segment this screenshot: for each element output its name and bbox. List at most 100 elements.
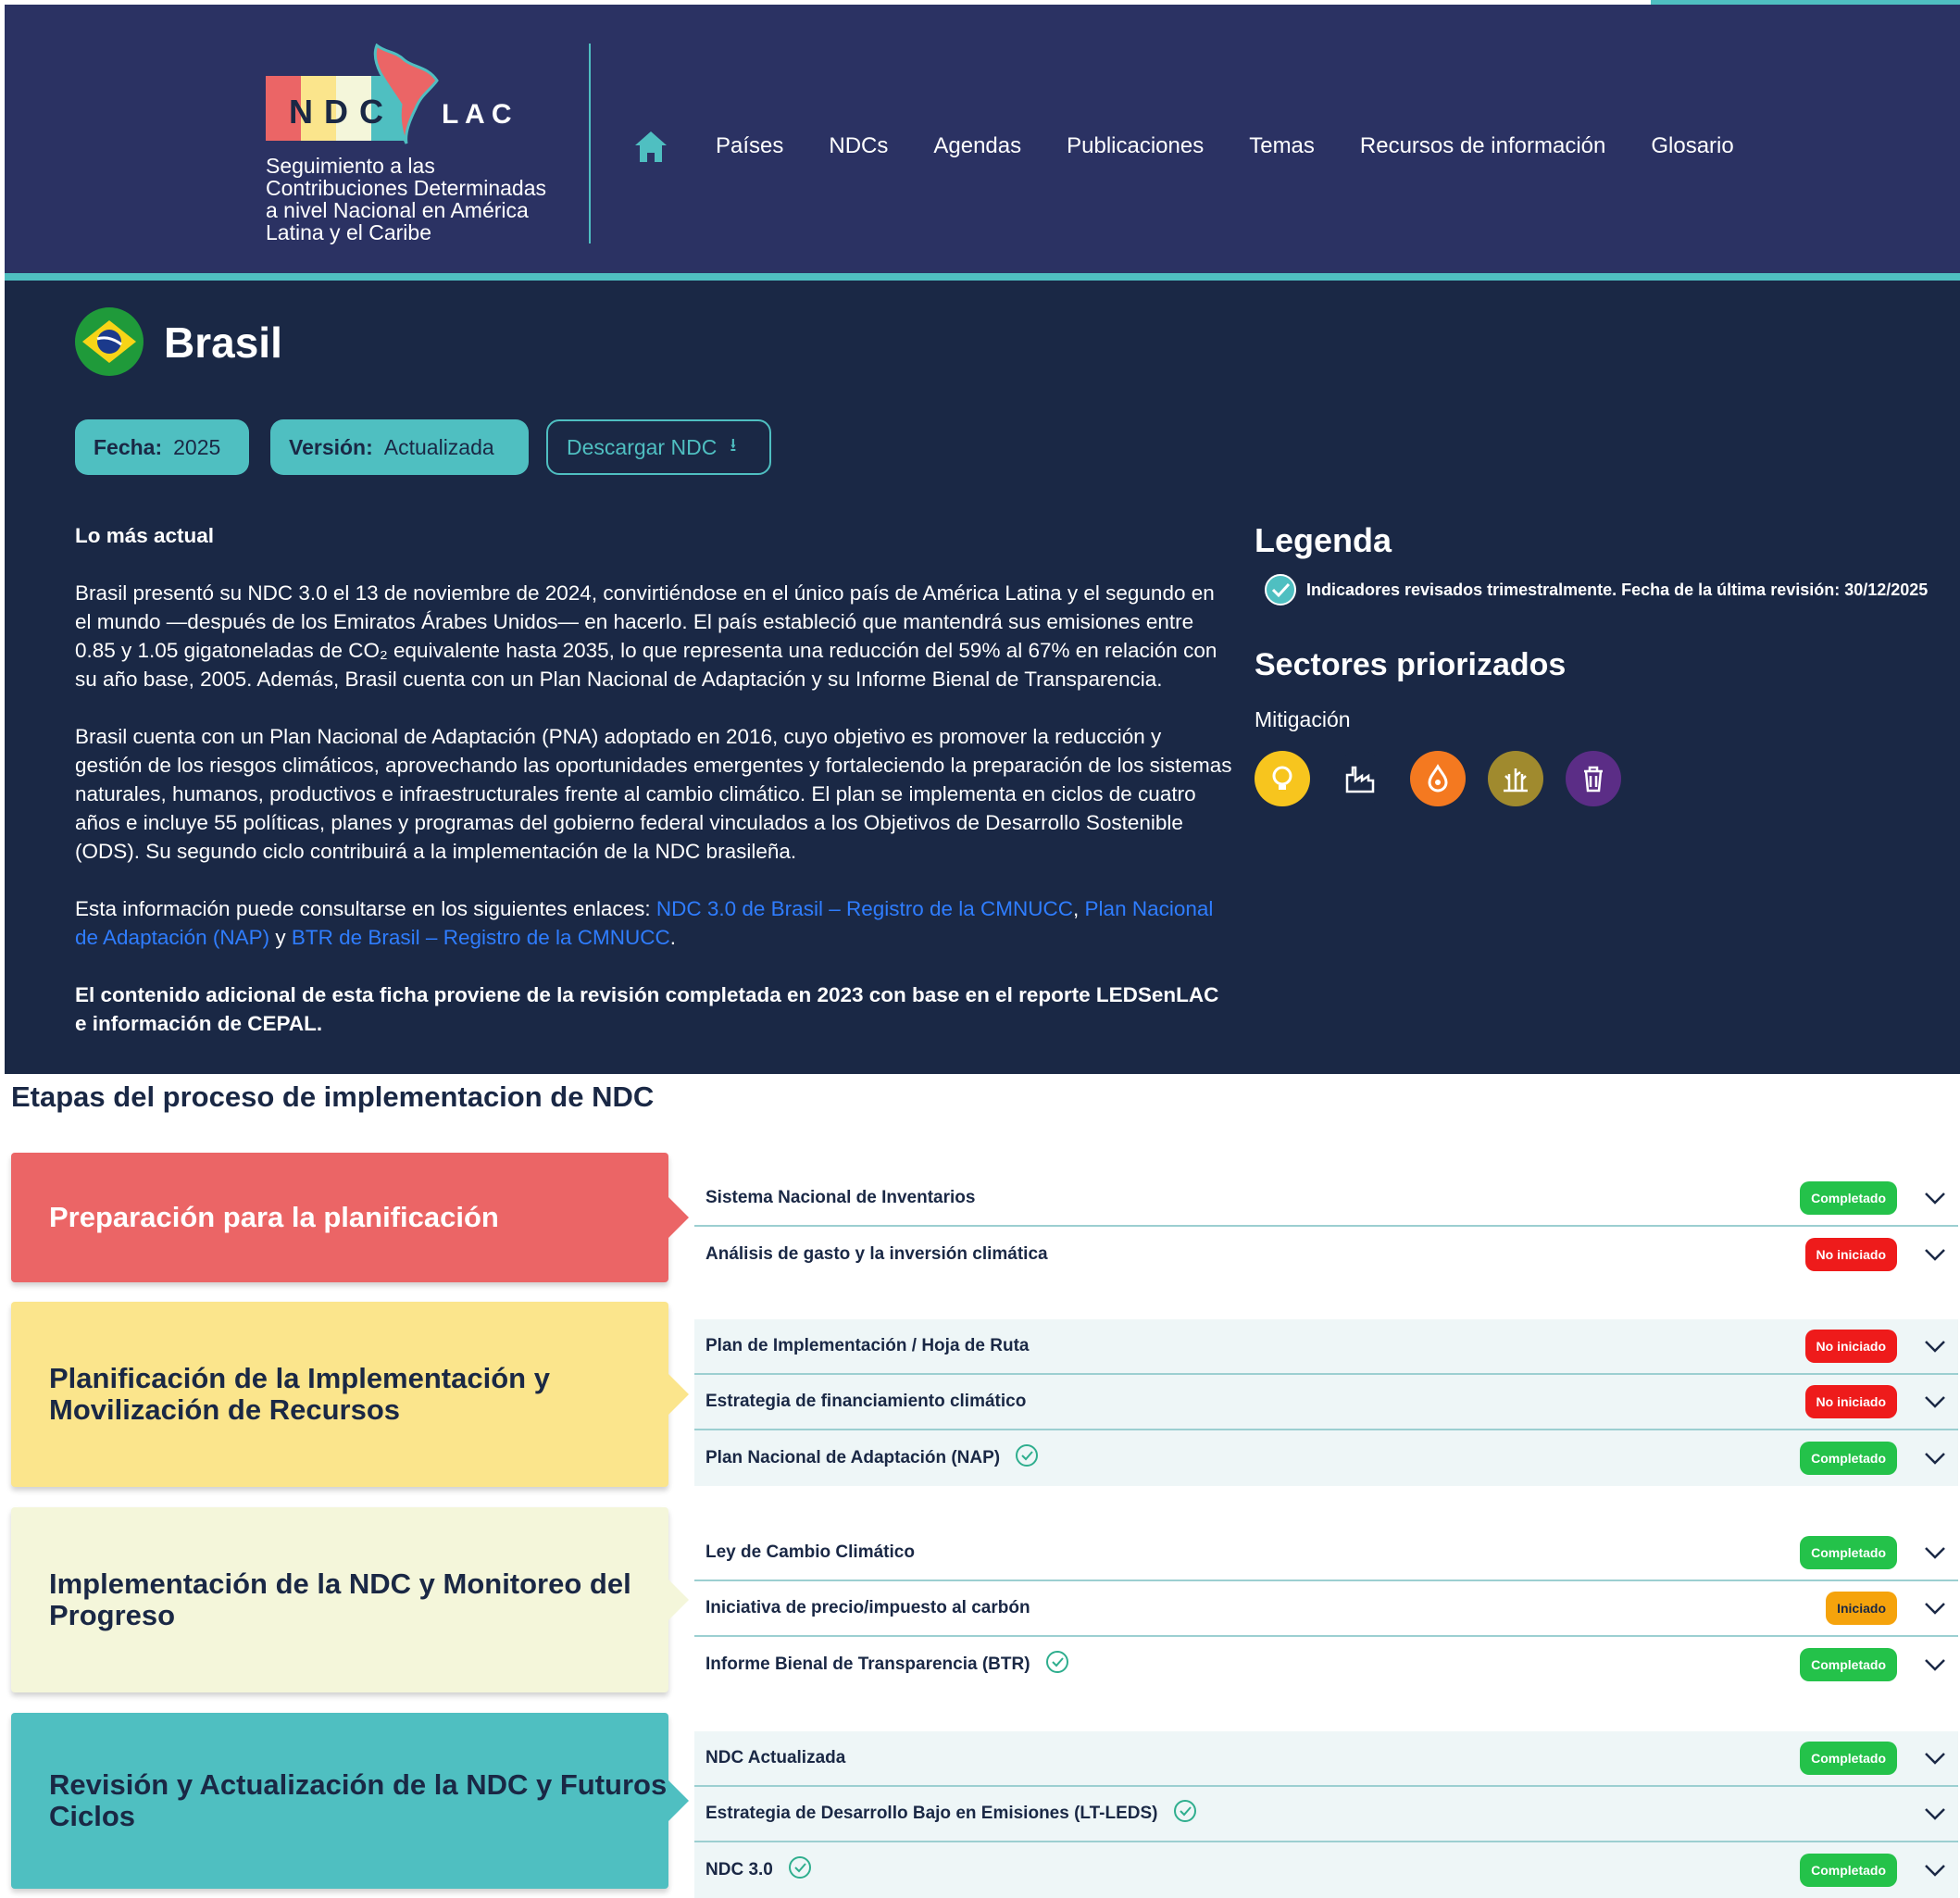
- chevron-down-icon[interactable]: [1923, 1653, 1947, 1677]
- chevron-down-icon[interactable]: [1923, 1596, 1947, 1620]
- stage-item-row[interactable]: Informe Bienal de Transparencia (BTR) Com…: [694, 1637, 1958, 1692]
- svg-text:C: C: [359, 93, 383, 131]
- legend-text: Indicadores revisados trimestralmente. F…: [1306, 580, 1929, 599]
- status-badge: Completado: [1800, 1854, 1897, 1887]
- check-circle-icon: [1265, 574, 1296, 606]
- ndclac-logo[interactable]: N D C L A C Seguimiento a las Contribuci…: [266, 44, 581, 247]
- stage-label: Planificación de la Implementación y Mov…: [49, 1362, 550, 1426]
- brazil-flag-icon: [75, 307, 144, 376]
- stage-item-row[interactable]: Estrategia de Desarrollo Bajo en Emision…: [694, 1787, 1958, 1842]
- waste-icon[interactable]: [1566, 751, 1621, 806]
- version-value: Actualizada: [383, 434, 494, 459]
- chevron-down-icon[interactable]: [1923, 1746, 1947, 1770]
- stage-arrow-icon: [668, 1580, 689, 1620]
- fecha-pill: Fecha: 2025: [75, 419, 249, 475]
- stage-item-row[interactable]: Ley de Cambio Climático Completado: [694, 1526, 1958, 1581]
- main-nav: Países NDCs Agendas Publicaciones Temas …: [632, 125, 1734, 168]
- chevron-down-icon[interactable]: [1923, 1541, 1947, 1565]
- stage-item-label: Sistema Nacional de Inventarios: [705, 1188, 976, 1207]
- summary-source-note: El contenido adicional de esta ficha pro…: [75, 983, 1219, 1035]
- stage-item-row[interactable]: Sistema Nacional de Inventarios Completad…: [694, 1171, 1958, 1227]
- link-separator: ,: [1073, 897, 1085, 920]
- check-circle-icon: [1045, 1650, 1069, 1679]
- status-badge: Completado: [1800, 1181, 1897, 1215]
- chevron-down-icon[interactable]: [1923, 1334, 1947, 1358]
- stage-arrow-icon: [668, 1197, 689, 1238]
- header-divider: [589, 44, 591, 243]
- link-separator: y: [269, 926, 292, 949]
- chevron-down-icon[interactable]: [1923, 1242, 1947, 1267]
- status-badge: Completado: [1800, 1536, 1897, 1569]
- link-btr-brasil[interactable]: BTR de Brasil – Registro de la CMNUCC: [292, 926, 670, 949]
- stage-item-row[interactable]: NDC 3.0 Completado: [694, 1842, 1958, 1898]
- stage-item-row[interactable]: Plan Nacional de Adaptación (NAP) Complet…: [694, 1430, 1958, 1486]
- check-circle-icon: [788, 1855, 812, 1885]
- country-section: Brasil Fecha: 2025 Versión: Actualizada …: [5, 281, 1960, 1074]
- nav-publicaciones[interactable]: Publicaciones: [1067, 133, 1204, 159]
- stage-item-row[interactable]: Análisis de gasto y la inversión climáti…: [694, 1227, 1958, 1282]
- country-summary: Lo más actual Brasil presentó su NDC 3.0…: [75, 521, 1232, 1067]
- chevron-down-icon[interactable]: [1923, 1390, 1947, 1414]
- energy-icon[interactable]: [1255, 751, 1310, 806]
- download-label: Descargar NDC: [567, 434, 718, 459]
- stage-item-label: Análisis de gasto y la inversión climáti…: [705, 1244, 1048, 1264]
- logo-subtitle-line: Seguimiento a las: [266, 154, 435, 178]
- links-end: .: [669, 926, 677, 949]
- status-badge: Iniciado: [1826, 1592, 1897, 1625]
- country-title: Brasil: [164, 318, 282, 367]
- stage-card: Implementación de la NDC y Monitoreo del…: [11, 1507, 689, 1692]
- chevron-down-icon[interactable]: [1923, 1186, 1947, 1210]
- legend-title: Legenda: [1255, 521, 1392, 559]
- home-icon[interactable]: [632, 128, 669, 165]
- chevron-down-icon[interactable]: [1923, 1446, 1947, 1470]
- version-label: Versión:: [289, 434, 373, 459]
- fecha-label: Fecha:: [94, 434, 163, 459]
- links-intro: Esta información puede consultarse en lo…: [75, 897, 656, 920]
- stage-arrow-icon: [668, 1780, 689, 1821]
- stage-label: Revisión y Actualización de la NDC y Fut…: [49, 1768, 668, 1832]
- chevron-down-icon[interactable]: [1923, 1858, 1947, 1882]
- stage-item-label: Ley de Cambio Climático: [705, 1542, 915, 1562]
- nav-paises[interactable]: Países: [716, 133, 783, 159]
- stage-item-row[interactable]: NDC Actualizada Completado: [694, 1731, 1958, 1787]
- status-badge: Completado: [1800, 1742, 1897, 1775]
- logo-subtitle-line: Latina y el Caribe: [266, 220, 431, 244]
- industry-icon[interactable]: [1332, 751, 1388, 806]
- nav-agendas[interactable]: Agendas: [933, 133, 1021, 159]
- stage-item-label: Plan Nacional de Adaptación (NAP): [705, 1448, 1001, 1467]
- stage-items: NDC Actualizada Completado Estrategia de D…: [694, 1731, 1958, 1898]
- stage-items: Ley de Cambio Climático Completado Iniciat…: [694, 1526, 1958, 1692]
- site-header: N D C L A C Seguimiento a las Contribuci…: [5, 5, 1960, 279]
- nav-recursos[interactable]: Recursos de información: [1360, 133, 1605, 159]
- check-circle-icon: [1015, 1443, 1039, 1473]
- legend-item: Indicadores revisados trimestralmente. F…: [1255, 573, 1940, 606]
- download-ndc-button[interactable]: Descargar NDC ⭳: [546, 419, 771, 475]
- stage-item-row[interactable]: Iniciativa de precio/impuesto al carbón I…: [694, 1581, 1958, 1637]
- stage-item-label: NDC 3.0: [705, 1860, 773, 1879]
- waste-water-icon[interactable]: [1410, 751, 1466, 806]
- link-ndc3-brasil[interactable]: NDC 3.0 de Brasil – Registro de la CMNUC…: [656, 897, 1073, 920]
- status-badge: Completado: [1800, 1648, 1897, 1681]
- stage-item-row[interactable]: Plan de Implementación / Hoja de Ruta No …: [694, 1319, 1958, 1375]
- status-badge: No iniciado: [1804, 1330, 1897, 1363]
- stage-item-label: Estrategia de financiamiento climático: [705, 1392, 1027, 1411]
- svg-text:N: N: [289, 93, 313, 131]
- stage-item-row[interactable]: Estrategia de financiamiento climático No…: [694, 1375, 1958, 1430]
- stage-label: Implementación de la NDC y Monitoreo del…: [49, 1567, 631, 1631]
- nav-ndcs[interactable]: NDCs: [829, 133, 888, 159]
- nav-glosario[interactable]: Glosario: [1651, 133, 1733, 159]
- chevron-down-icon[interactable]: [1923, 1802, 1947, 1826]
- ndclac-logo-mark: N D C L A C: [266, 44, 512, 144]
- sectors-title: Sectores priorizados: [1255, 647, 1567, 682]
- agriculture-icon[interactable]: [1488, 751, 1543, 806]
- stage-items: Sistema Nacional de Inventarios Completad…: [694, 1171, 1958, 1282]
- nav-temas[interactable]: Temas: [1249, 133, 1315, 159]
- stage-items: Plan de Implementación / Hoja de Ruta No …: [694, 1319, 1958, 1486]
- stages-title: Etapas del proceso de implementacion de …: [11, 1080, 655, 1113]
- stage-item-label: Iniciativa de precio/impuesto al carbón: [705, 1598, 1030, 1617]
- version-pill: Versión: Actualizada: [270, 419, 529, 475]
- svg-text:L A C: L A C: [442, 99, 512, 130]
- stage-arrow-icon: [668, 1374, 689, 1415]
- summary-paragraph-3: Esta información puede consultarse en lo…: [75, 894, 1232, 952]
- summary-paragraph-1: Brasil presentó su NDC 3.0 el 13 de novi…: [75, 581, 1217, 691]
